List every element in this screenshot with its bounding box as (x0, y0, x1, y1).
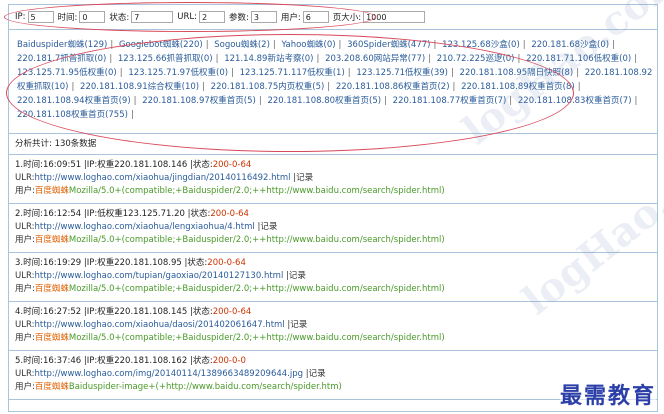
filter-status: 状态: (109, 11, 174, 23)
record-url[interactable]: http://www.loghao.com/xiaohua/jingdian/2… (34, 173, 290, 183)
spider-link[interactable]: 203.208.60网站异常(77) (325, 54, 425, 64)
spider-link[interactable]: 220.181.108.89权重首页(8) (461, 82, 575, 92)
user-agent: Mozilla/5.0+(compatible;+Baiduspider/2.0… (68, 235, 445, 245)
agent-name: 百度蜘蛛 (34, 186, 69, 196)
filter-user-input[interactable] (302, 11, 329, 23)
filter-user: 用户: (281, 11, 329, 23)
spider-link[interactable]: 121.14.89新站考察(0) (224, 54, 313, 64)
filter-status-input[interactable] (131, 11, 174, 23)
filter-param: 参数: (229, 11, 277, 23)
user-agent: Mozilla/5.0+(compatible;+Baiduspider/2.0… (68, 333, 445, 343)
user-agent: Baiduspider-image+(+http://www.baidu.com… (68, 382, 342, 392)
spider-link[interactable]: 220.181.108.83权重首页(7) (518, 96, 632, 106)
brand-watermark: 最需教育 (559, 378, 656, 410)
filter-status-label: 状态: (109, 13, 130, 23)
filter-time: 时间: (58, 11, 106, 23)
spider-link[interactable]: Googlebot蜘蛛(220) (119, 40, 203, 50)
spider-link[interactable]: Baiduspider蜘蛛(129) (17, 40, 107, 50)
spider-link[interactable]: 123.125.68沙盒(0) (442, 40, 520, 50)
spider-list: Baiduspider蜘蛛(129) | Googlebot蜘蛛(220) | So… (9, 30, 657, 134)
filter-page-size: 页大小: (332, 11, 426, 23)
spider-link[interactable]: 220.181.108.77权重首页(7) (393, 96, 507, 106)
spider-link[interactable]: 360Spider蜘蛛(477) (347, 40, 430, 50)
log-record: 4.时间:16:27:52 |IP:权重220.181.108.145 |状态:… (9, 302, 657, 351)
spider-link[interactable]: 220.181.7抓普抓取(0) (17, 54, 106, 64)
filter-page-size-label: 页大小: (332, 13, 362, 23)
user-agent: Mozilla/5.0+(compatible;+Baiduspider/2.0… (68, 284, 445, 294)
filter-page-size-input[interactable] (363, 11, 426, 23)
filter-bar: IP: 时间: 状态: URL: 参数: 用户: 页大小: (9, 5, 657, 30)
spider-link[interactable]: 123.125.71.117低权重(1) (240, 68, 345, 78)
analysis-summary: 分析共计: 130条数据 (9, 134, 657, 155)
filter-time-label: 时间: (57, 13, 78, 23)
spider-link[interactable]: 220.181.108.75内页权重(5) (211, 82, 325, 92)
spider-link[interactable]: 123.125.71.97低权重(0) (128, 68, 228, 78)
status-code: 200-0-64 (207, 258, 246, 268)
agent-name: 百度蜘蛛 (34, 333, 69, 343)
status-code: 200-0-64 (210, 209, 249, 219)
spider-link[interactable]: 220.181.108.86权重首页(2) (336, 82, 450, 92)
status-code: 200-0-0 (212, 356, 246, 366)
log-record: 2.时间:16:12:54 |IP:低权重123.125.71.20 |状态:2… (9, 204, 657, 253)
agent-name: 百度蜘蛛 (34, 235, 69, 245)
filter-ip-input[interactable] (27, 11, 54, 23)
spider-link[interactable]: 220.181.71.106低权重(0) (526, 54, 631, 64)
spider-link[interactable]: 220.181.108.80权重首页(5) (267, 96, 381, 106)
spider-link[interactable]: Yahoo蜘蛛(0) (281, 40, 335, 50)
spider-link[interactable]: 220.181.108.94权重首页(9) (17, 96, 131, 106)
status-code: 200-0-64 (212, 160, 252, 170)
agent-name: 百度蜘蛛 (34, 284, 69, 294)
spider-link[interactable]: 123.125.71低权重(39) (356, 68, 448, 78)
record-url[interactable]: http://www.loghao.com/xiaohua/daosi/2014… (34, 320, 284, 330)
spider-link[interactable]: 123.125.71.95低权重(0) (17, 68, 117, 78)
spider-link[interactable]: Sogou蜘蛛(2) (214, 40, 270, 50)
agent-name: 百度蜘蛛 (34, 382, 69, 392)
spider-link[interactable]: 210.72.225巡逻(0) (437, 54, 515, 64)
filter-ip: IP: (15, 11, 54, 23)
spider-link[interactable]: 123.125.66抓普抓取(0) (118, 54, 213, 64)
spider-link[interactable]: 220.181.68沙盒(0) (531, 40, 609, 50)
record-url[interactable]: http://www.loghao.com/img/20140114/13896… (34, 369, 303, 379)
log-record: 1.时间:16:09:51 |IP:权重220.181.108.146 |状态:… (9, 155, 657, 204)
filter-param-input[interactable] (250, 11, 277, 23)
log-analyzer-panel: IP: 时间: 状态: URL: 参数: 用户: 页大小: Baiduspid (8, 4, 658, 412)
filter-url-input[interactable] (198, 11, 225, 23)
record-url[interactable]: http://www.loghao.com/tupian/gaoxiao/201… (34, 271, 283, 281)
spider-link[interactable]: 220.181.108.97权重首页(5) (142, 96, 256, 106)
filter-time-input[interactable] (79, 11, 106, 23)
spider-link[interactable]: 220.181.108.95隔日快照(8) (460, 68, 574, 78)
filter-user-label: 用户: (280, 13, 301, 23)
user-agent: Mozilla/5.0+(compatible;+Baiduspider/2.0… (68, 186, 445, 196)
log-record: 3.时间:16:19:29 |IP:权重220.181.108.95 |状态:2… (9, 253, 657, 302)
status-code: 200-0-64 (212, 307, 252, 317)
filter-url: URL: (177, 11, 225, 23)
spider-link[interactable]: 220.181.108权重首页(755) (17, 110, 128, 120)
filter-ip-label: IP: (15, 12, 26, 22)
filter-param-label: 参数: (228, 13, 249, 23)
filter-url-label: URL: (177, 12, 197, 22)
record-url[interactable]: http://www.loghao.com/xiaohua/lengxiaohu… (34, 222, 254, 232)
spider-link[interactable]: 220.181.108.91综合权重(10) (80, 82, 199, 92)
